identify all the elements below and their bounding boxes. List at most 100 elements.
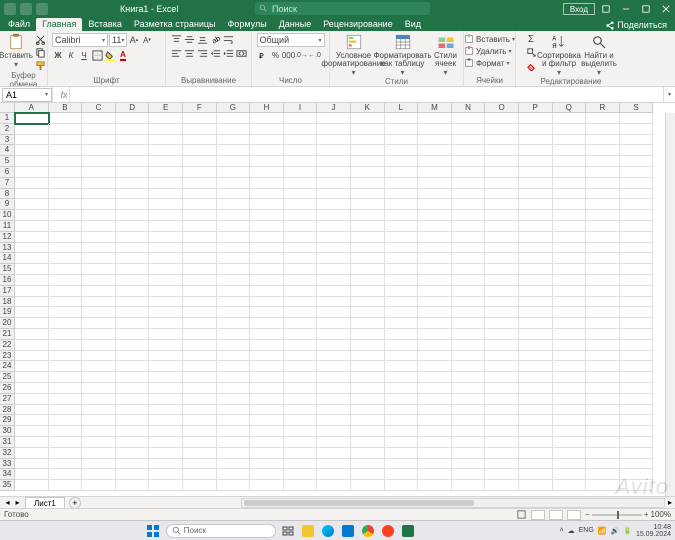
cell[interactable] — [49, 426, 83, 437]
cell[interactable] — [418, 340, 452, 351]
cell[interactable] — [284, 124, 318, 135]
cell[interactable] — [284, 329, 318, 340]
cell[interactable] — [82, 243, 116, 254]
cell[interactable] — [284, 361, 318, 372]
cell[interactable] — [284, 210, 318, 221]
cell[interactable] — [485, 394, 519, 405]
cell[interactable] — [183, 361, 217, 372]
fx-icon[interactable]: fx — [61, 90, 68, 100]
cell[interactable] — [183, 145, 217, 156]
cell[interactable] — [317, 351, 351, 362]
cell[interactable] — [385, 469, 419, 480]
cell[interactable] — [317, 318, 351, 329]
cell[interactable] — [284, 383, 318, 394]
cell[interactable] — [586, 361, 620, 372]
cell[interactable] — [82, 167, 116, 178]
cell[interactable] — [183, 415, 217, 426]
cell[interactable] — [620, 318, 654, 329]
copy-icon[interactable] — [34, 46, 46, 58]
cell[interactable] — [586, 221, 620, 232]
cell[interactable] — [586, 372, 620, 383]
cell[interactable] — [250, 221, 284, 232]
cell[interactable] — [553, 318, 587, 329]
cell[interactable] — [49, 297, 83, 308]
cell[interactable] — [317, 135, 351, 146]
cell[interactable] — [49, 372, 83, 383]
row-header[interactable]: 25 — [0, 372, 15, 383]
format-as-table-button[interactable]: Форматировать как таблицу▾ — [380, 33, 426, 77]
cell[interactable] — [351, 135, 385, 146]
column-header[interactable]: D — [116, 103, 150, 113]
cell[interactable] — [553, 340, 587, 351]
cell[interactable] — [82, 405, 116, 416]
cell[interactable] — [149, 210, 183, 221]
cell[interactable] — [217, 480, 251, 491]
cell[interactable] — [217, 189, 251, 200]
cell[interactable] — [82, 469, 116, 480]
cell[interactable] — [519, 156, 553, 167]
cell[interactable] — [620, 372, 654, 383]
cell[interactable] — [250, 383, 284, 394]
cell[interactable] — [519, 124, 553, 135]
increase-font-icon[interactable]: A▴ — [128, 34, 140, 46]
cell[interactable] — [317, 437, 351, 448]
cell[interactable] — [553, 372, 587, 383]
cell[interactable] — [519, 340, 553, 351]
cell[interactable] — [485, 275, 519, 286]
decrease-indent-icon[interactable] — [209, 47, 221, 59]
chrome-icon[interactable] — [360, 524, 376, 538]
cell[interactable] — [284, 243, 318, 254]
name-box[interactable]: A1▾ — [2, 88, 52, 102]
cell[interactable] — [586, 437, 620, 448]
close-button[interactable] — [657, 0, 675, 17]
cell[interactable] — [15, 113, 49, 124]
cell[interactable] — [183, 199, 217, 210]
cell[interactable] — [217, 178, 251, 189]
cell[interactable] — [317, 297, 351, 308]
number-format-select[interactable]: Общий▾ — [257, 33, 325, 47]
cell[interactable] — [317, 286, 351, 297]
cell[interactable] — [553, 286, 587, 297]
cell[interactable] — [149, 167, 183, 178]
cell[interactable] — [183, 405, 217, 416]
cell[interactable] — [553, 178, 587, 189]
cell[interactable] — [418, 156, 452, 167]
cell[interactable] — [620, 394, 654, 405]
cell[interactable] — [284, 264, 318, 275]
zoom-out-icon[interactable]: − — [585, 510, 590, 519]
cell[interactable] — [418, 253, 452, 264]
cell[interactable] — [250, 253, 284, 264]
cell[interactable] — [553, 469, 587, 480]
cell[interactable] — [82, 480, 116, 491]
cell[interactable] — [284, 275, 318, 286]
cell[interactable] — [15, 329, 49, 340]
cell[interactable] — [217, 243, 251, 254]
cell[interactable] — [485, 221, 519, 232]
cell[interactable] — [217, 383, 251, 394]
cell[interactable] — [620, 199, 654, 210]
cell[interactable] — [351, 189, 385, 200]
cell[interactable] — [116, 199, 150, 210]
row-header[interactable]: 4 — [0, 145, 15, 156]
cell[interactable] — [385, 135, 419, 146]
cell[interactable] — [82, 394, 116, 405]
cell[interactable] — [351, 448, 385, 459]
cell[interactable] — [620, 437, 654, 448]
cell[interactable] — [149, 469, 183, 480]
cell[interactable] — [452, 361, 486, 372]
cell[interactable] — [49, 394, 83, 405]
align-bottom-icon[interactable] — [196, 33, 208, 45]
decrease-font-icon[interactable]: A▾ — [141, 34, 153, 46]
cell[interactable] — [586, 351, 620, 362]
cell[interactable] — [620, 307, 654, 318]
cell[interactable] — [385, 113, 419, 124]
cell[interactable] — [485, 448, 519, 459]
row-header[interactable]: 1 — [0, 113, 15, 124]
cell[interactable] — [418, 135, 452, 146]
cell[interactable] — [553, 459, 587, 470]
cell[interactable] — [15, 307, 49, 318]
cell[interactable] — [82, 351, 116, 362]
cell[interactable] — [317, 383, 351, 394]
cell[interactable] — [519, 297, 553, 308]
cell[interactable] — [217, 426, 251, 437]
